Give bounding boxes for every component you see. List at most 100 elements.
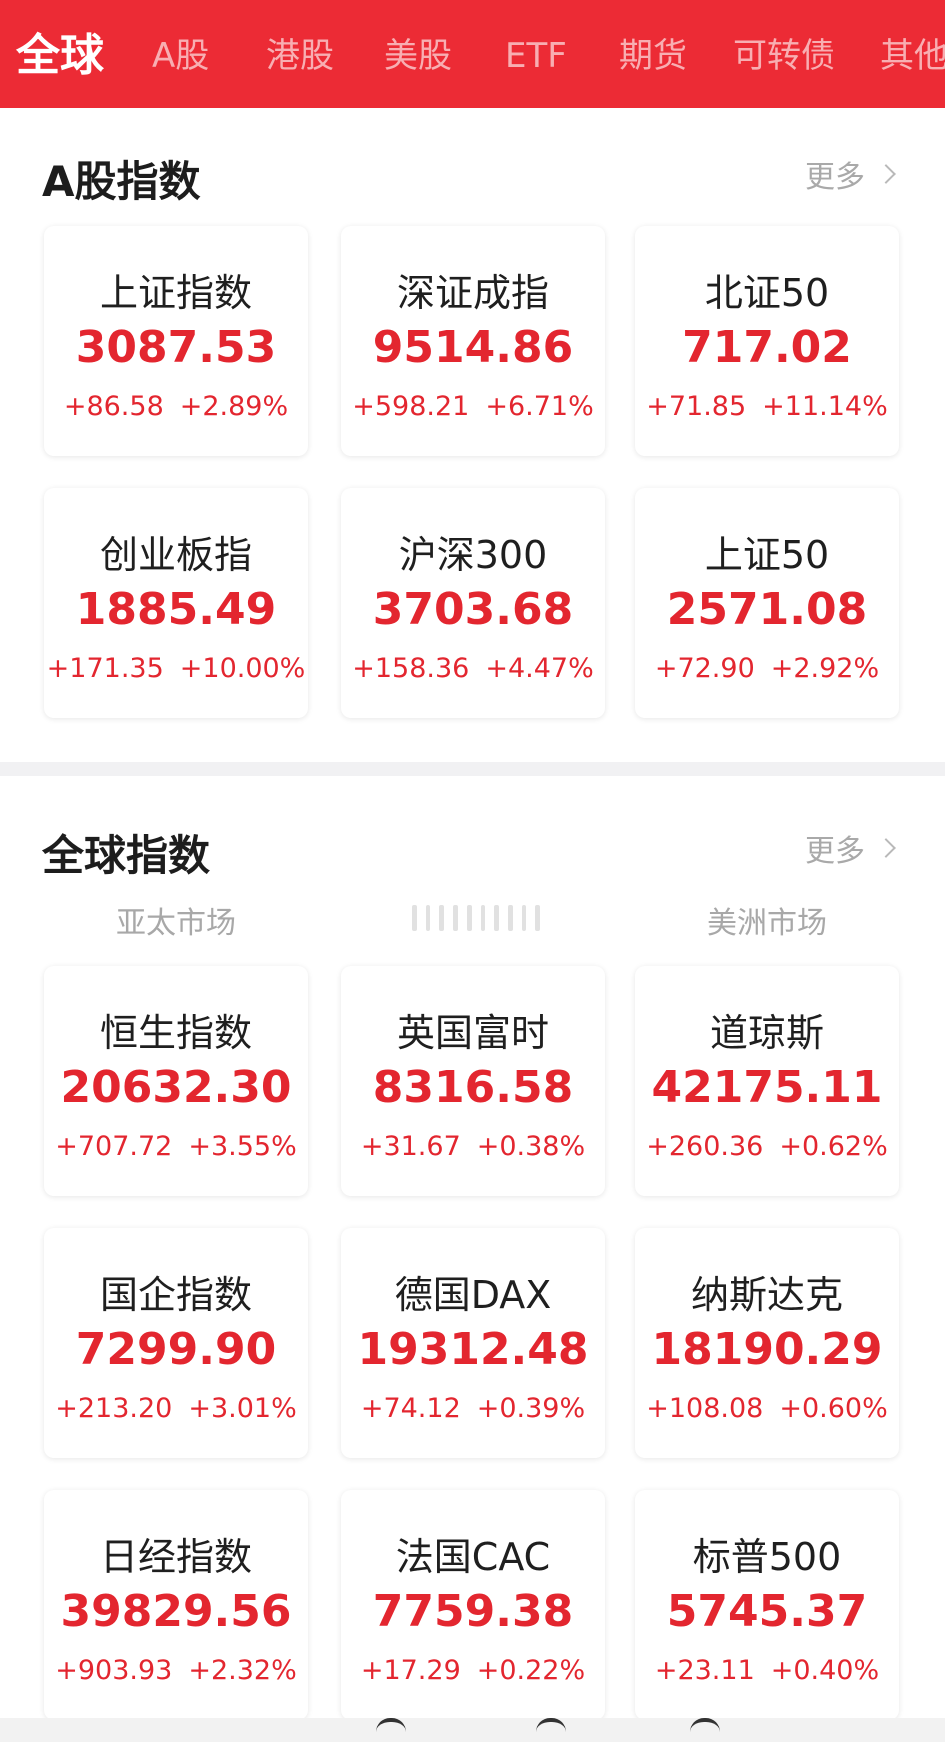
index-change-percent: +0.40%: [770, 1655, 880, 1686]
index-change-row: +260.36 +0.62%: [635, 1131, 899, 1162]
index-change-percent: +0.39%: [476, 1393, 586, 1424]
tab-global[interactable]: 全球: [16, 0, 104, 108]
global-section-title: 全球指数: [42, 831, 211, 880]
index-change-percent: +4.47%: [485, 653, 594, 684]
index-change-percent: +11.14%: [762, 391, 888, 422]
top-tab-bar: 全球 A股 港股 美股 ETF 期货 可转债 其他: [0, 0, 945, 108]
index-price: 42175.11: [651, 1062, 883, 1113]
index-card-hscei[interactable]: 国企指数 7299.90 +213.20 +3.01%: [44, 1228, 308, 1458]
index-change-row: +86.58 +2.89%: [44, 391, 308, 422]
index-change-row: +71.85 +11.14%: [635, 391, 899, 422]
nav-icon-partial[interactable]: [690, 1718, 720, 1732]
index-change-row: +598.21 +6.71%: [341, 391, 605, 422]
index-price: 717.02: [682, 322, 852, 373]
index-change-row: +707.72 +3.55%: [44, 1131, 308, 1162]
tab-us-share[interactable]: 美股: [384, 0, 452, 108]
index-change-percent: +0.62%: [779, 1131, 888, 1162]
index-price: 8316.58: [372, 1062, 574, 1113]
index-card-shanghai-composite[interactable]: 上证指数 3087.53 +86.58 +2.89%: [44, 226, 308, 456]
index-card-sp500[interactable]: 标普500 5745.37 +23.11 +0.40%: [635, 1490, 899, 1720]
index-card-csi300[interactable]: 沪深300 3703.68 +158.36 +4.47%: [341, 488, 605, 718]
a-share-more-link[interactable]: 更多: [805, 152, 897, 196]
more-label: 更多: [805, 834, 865, 869]
index-change: +707.72: [55, 1131, 173, 1162]
index-name: 创业板指: [99, 533, 252, 577]
index-change-percent: +2.32%: [188, 1655, 297, 1686]
index-change-row: +23.11 +0.40%: [635, 1655, 899, 1686]
index-change-percent: +2.89%: [179, 391, 289, 422]
index-change-percent: +0.38%: [476, 1131, 586, 1162]
index-card-dax[interactable]: 德国DAX 19312.48 +74.12 +0.39%: [341, 1228, 605, 1458]
index-price: 7759.38: [372, 1586, 574, 1637]
market-tabs: 全球 A股 港股 美股 ETF 期货 可转债 其他: [0, 0, 945, 108]
index-card-nasdaq[interactable]: 纳斯达克 18190.29 +108.08 +0.60%: [635, 1228, 899, 1458]
index-name: 德国DAX: [394, 1273, 552, 1317]
tab-a-share[interactable]: A股: [152, 0, 209, 108]
index-change: +17.29: [360, 1655, 461, 1686]
index-card-nikkei[interactable]: 日经指数 39829.56 +903.93 +2.32%: [44, 1490, 308, 1720]
index-price: 7299.90: [75, 1324, 277, 1375]
index-card-ftse[interactable]: 英国富时 8316.58 +31.67 +0.38%: [341, 966, 605, 1196]
index-price: 39829.56: [60, 1586, 292, 1637]
index-change: +158.36: [352, 653, 470, 684]
index-change-row: +31.67 +0.38%: [341, 1131, 605, 1162]
nav-icon-partial[interactable]: [376, 1718, 406, 1732]
index-card-hang-seng[interactable]: 恒生指数 20632.30 +707.72 +3.55%: [44, 966, 308, 1196]
index-price: 18190.29: [651, 1324, 883, 1375]
index-change: +74.12: [360, 1393, 461, 1424]
index-name: 沪深300: [398, 533, 548, 577]
index-card-chinext[interactable]: 创业板指 1885.49 +171.35 +10.00%: [44, 488, 308, 718]
index-change: +71.85: [646, 391, 747, 422]
market-label-asia-pacific[interactable]: 亚太市场: [76, 898, 276, 942]
tab-etf[interactable]: ETF: [505, 0, 567, 108]
region-scroll-indicator: [412, 904, 541, 932]
index-card-bse50[interactable]: 北证50 717.02 +71.85 +11.14%: [635, 226, 899, 456]
index-name: 日经指数: [99, 1535, 252, 1579]
index-price: 20632.30: [60, 1062, 292, 1113]
index-name: 纳斯达克: [690, 1273, 843, 1317]
index-change: +903.93: [55, 1655, 173, 1686]
section-divider: [0, 762, 945, 776]
index-price: 1885.49: [75, 584, 277, 635]
index-name: 国企指数: [99, 1273, 252, 1317]
tab-futures[interactable]: 期货: [619, 0, 687, 108]
global-more-link[interactable]: 更多: [805, 826, 897, 870]
tab-convertible-bonds[interactable]: 可转债: [733, 0, 835, 108]
index-change-row: +213.20 +3.01%: [44, 1393, 308, 1424]
tab-others[interactable]: 其他: [880, 0, 945, 108]
index-name: 英国富时: [396, 1011, 549, 1055]
index-name: 道琼斯: [709, 1011, 824, 1055]
index-change: +72.90: [654, 653, 755, 684]
chevron-right-icon: [876, 838, 896, 858]
index-change: +260.36: [646, 1131, 764, 1162]
index-name: 法国CAC: [395, 1535, 551, 1579]
index-name: 北证50: [704, 271, 830, 315]
market-label-americas[interactable]: 美洲市场: [667, 898, 867, 942]
chevron-right-icon: [876, 164, 896, 184]
index-change-percent: +3.55%: [188, 1131, 297, 1162]
index-change-percent: +10.00%: [179, 653, 306, 684]
index-price: 9514.86: [372, 322, 574, 373]
index-change-percent: +3.01%: [188, 1393, 297, 1424]
index-card-shenzhen-component[interactable]: 深证成指 9514.86 +598.21 +6.71%: [341, 226, 605, 456]
index-name: 恒生指数: [99, 1011, 252, 1055]
index-card-sse50[interactable]: 上证50 2571.08 +72.90 +2.92%: [635, 488, 899, 718]
index-change-row: +72.90 +2.92%: [635, 653, 899, 684]
index-change: +171.35: [46, 653, 164, 684]
index-change: +23.11: [654, 1655, 755, 1686]
tab-hk-share[interactable]: 港股: [266, 0, 334, 108]
index-change-percent: +0.60%: [779, 1393, 888, 1424]
index-change: +108.08: [646, 1393, 764, 1424]
index-change-row: +108.08 +0.60%: [635, 1393, 899, 1424]
index-price: 19312.48: [357, 1324, 589, 1375]
more-label: 更多: [805, 160, 865, 195]
index-change-row: +903.93 +2.32%: [44, 1655, 308, 1686]
index-card-cac40[interactable]: 法国CAC 7759.38 +17.29 +0.22%: [341, 1490, 605, 1720]
nav-icon-partial[interactable]: [536, 1718, 566, 1732]
index-change-percent: +2.92%: [770, 653, 880, 684]
index-name: 深证成指: [396, 271, 549, 315]
index-price: 3703.68: [372, 584, 574, 635]
index-card-dow-jones[interactable]: 道琼斯 42175.11 +260.36 +0.62%: [635, 966, 899, 1196]
index-name: 上证指数: [99, 271, 252, 315]
index-change-row: +171.35 +10.00%: [44, 653, 308, 684]
